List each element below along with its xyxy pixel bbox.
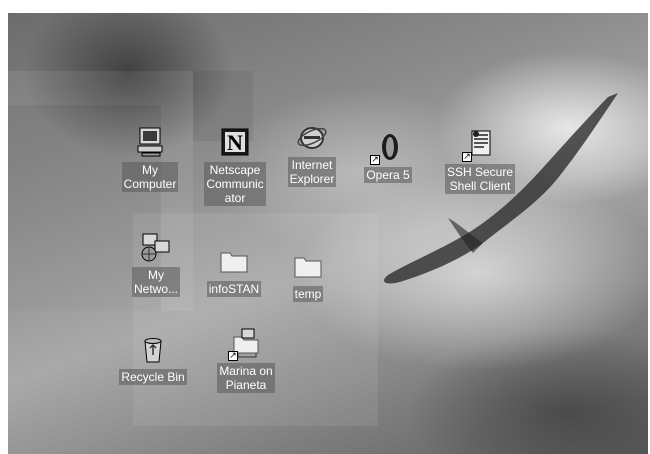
shortcut-arrow-icon: ↗ — [462, 152, 472, 162]
icon-label: My Computer — [121, 162, 179, 192]
internet-explorer-shortcut[interactable]: Internet Explorer — [272, 121, 352, 187]
icon-label: Internet Explorer — [287, 157, 337, 187]
network-share-icon: ↗ — [228, 327, 262, 361]
netscape-icon: N — [219, 126, 251, 158]
netscape-shortcut[interactable]: N Netscape Communic ator — [195, 126, 275, 206]
icon-label: My Netwo... — [131, 267, 180, 297]
icon-label: Opera 5 — [364, 167, 412, 183]
internet-explorer-icon — [296, 121, 328, 153]
opera-shortcut[interactable]: ↗ Opera 5 — [348, 131, 428, 183]
ssh-client-shortcut[interactable]: ↗ SSH Secure Shell Client — [440, 128, 520, 194]
icon-label: temp — [292, 286, 324, 302]
my-computer-icon — [134, 126, 166, 158]
my-network-shortcut[interactable]: My Netwo... — [116, 231, 196, 297]
my-computer-shortcut[interactable]: My Computer — [110, 126, 190, 192]
ssh-client-icon: ↗ — [462, 128, 496, 162]
shortcut-arrow-icon: ↗ — [228, 351, 238, 361]
folder-icon — [218, 245, 250, 277]
opera-icon: ↗ — [370, 131, 404, 165]
temp-folder[interactable]: temp — [268, 250, 348, 302]
icon-label: infoSTAN — [206, 281, 262, 297]
infostan-folder[interactable]: infoSTAN — [194, 245, 274, 297]
recycle-bin-icon — [137, 333, 169, 365]
marina-network-share[interactable]: ↗ Marina on Pianeta — [206, 327, 286, 393]
icon-label: Netscape Communic ator — [204, 162, 266, 206]
icon-label: Recycle Bin — [119, 369, 187, 385]
recycle-bin-shortcut[interactable]: Recycle Bin — [113, 333, 193, 385]
shortcut-arrow-icon: ↗ — [370, 155, 380, 165]
network-icon — [140, 231, 172, 263]
desktop[interactable]: My Computer N Netscape Communic ator Int… — [8, 13, 648, 454]
icon-label: SSH Secure Shell Client — [444, 164, 516, 194]
icon-label: Marina on Pianeta — [217, 363, 275, 393]
svg-text:N: N — [227, 130, 243, 155]
folder-icon — [292, 250, 324, 282]
